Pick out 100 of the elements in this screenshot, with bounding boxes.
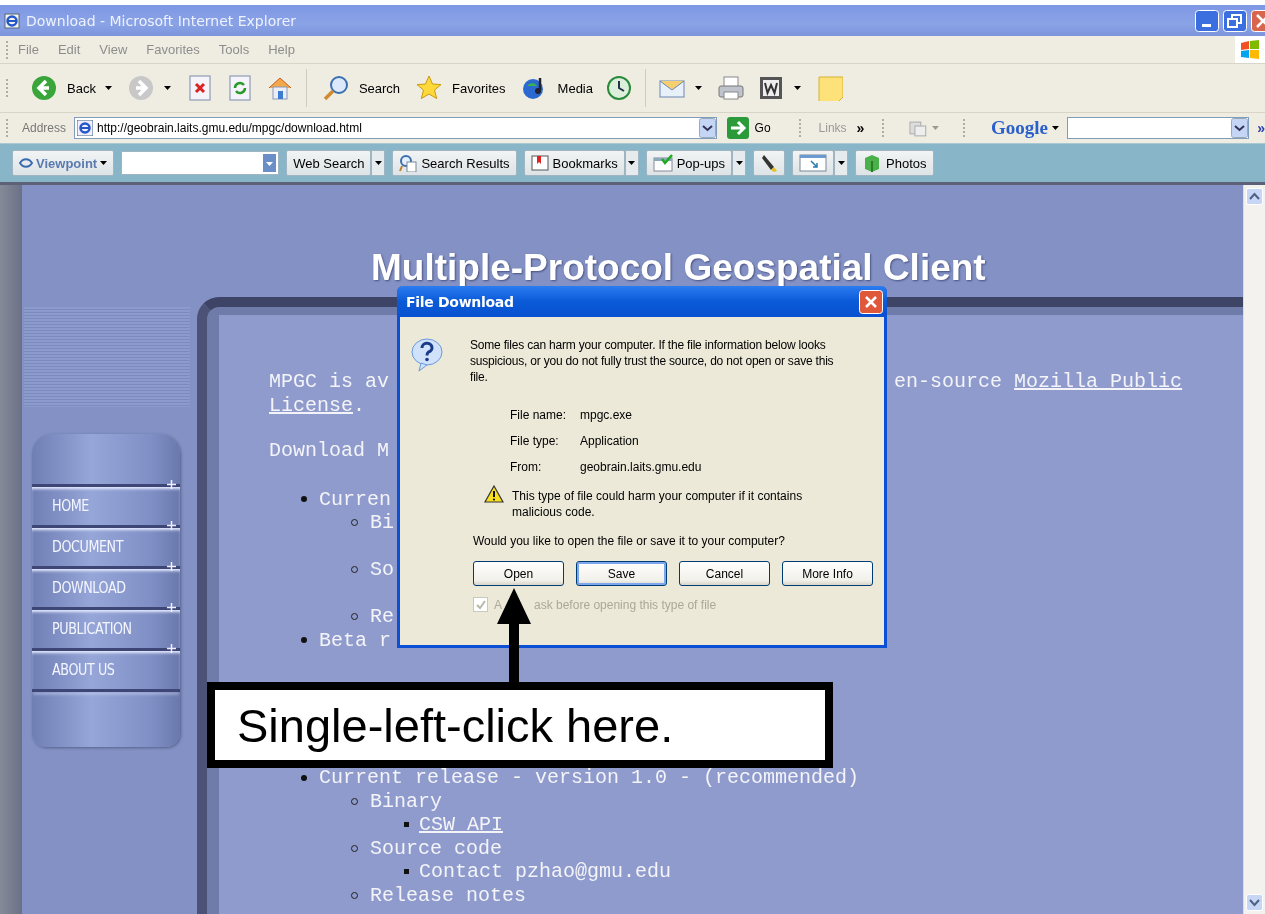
field-label: File name: — [510, 408, 568, 422]
bullet-icon — [404, 822, 409, 828]
dropdown-icon[interactable] — [1231, 118, 1249, 138]
toolbar-button[interactable]: Photos — [855, 150, 934, 176]
checkbox-label: ask before opening this type of file — [534, 597, 717, 612]
scroll-down-icon[interactable] — [1246, 894, 1263, 911]
caret-icon[interactable] — [695, 86, 702, 90]
caret-icon[interactable] — [374, 161, 382, 165]
list-item-text: Source code — [370, 836, 503, 860]
dropdown-icon[interactable] — [698, 118, 716, 138]
clock-icon[interactable] — [606, 75, 632, 101]
field-value: geobrain.laits.gmu.edu — [580, 460, 702, 474]
dialog-message: Some files can harm your computer. If the file information below looks suspicious, or you do not fully trust the source, do not open or save this file. — [470, 337, 835, 385]
list-item-text: Binary — [370, 789, 442, 813]
page-icon — [77, 120, 93, 136]
toolbar-button[interactable]: Bookmarks — [523, 150, 625, 176]
bullet-icon — [301, 637, 307, 644]
star-icon — [416, 75, 443, 101]
bullet-icon — [301, 774, 307, 781]
restore-icon[interactable] — [1223, 9, 1247, 32]
dialog-button[interactable]: Save — [576, 561, 667, 586]
scroll-up-icon[interactable] — [1246, 188, 1263, 205]
eye-icon — [19, 157, 33, 169]
list-item-text: Beta r — [319, 628, 391, 652]
dialog-title: File Download — [406, 293, 514, 310]
dialog-question: Would you like to open the file or save it to your computer? — [473, 534, 786, 548]
more-links-button[interactable]: » — [856, 120, 865, 136]
printer-icon[interactable] — [718, 75, 744, 101]
caret-icon[interactable] — [837, 161, 845, 165]
dialog-button[interactable]: Open — [473, 561, 564, 586]
more-button[interactable]: » — [1257, 120, 1265, 136]
search-field[interactable] — [1066, 117, 1250, 139]
tool-button[interactable] — [753, 150, 786, 176]
plus-icon — [167, 644, 176, 653]
page-heading: Multiple-Protocol Geospatial Client — [371, 247, 986, 289]
go-button[interactable]: Go — [720, 117, 789, 139]
plus-icon — [167, 562, 176, 571]
body-text: . — [353, 393, 366, 417]
windows-logo-icon — [1238, 37, 1262, 62]
body-text: Download M — [269, 439, 390, 463]
book-icon — [530, 154, 549, 172]
back-icon — [31, 75, 57, 101]
field-value: mpgc.exe — [580, 408, 633, 422]
scrollbar[interactable] — [1243, 185, 1265, 914]
caret-icon[interactable] — [100, 161, 108, 165]
window-title: Download - Microsoft Internet Explorer — [26, 12, 298, 29]
list-item-text: Bi — [370, 511, 394, 535]
list-item-text: Re — [370, 605, 394, 629]
dropdown-button[interactable] — [834, 150, 849, 176]
bullet-icon — [301, 496, 307, 503]
toolbar-button[interactable]: Back — [24, 73, 99, 103]
dropdown-button[interactable] — [732, 150, 747, 176]
search-field[interactable] — [121, 151, 280, 175]
toolbar-button[interactable]: Viewpoint — [12, 150, 115, 176]
list-item-text: Curren — [319, 487, 391, 511]
warning-text: This type of file could harm your computer if it contains malicious code. — [512, 488, 804, 520]
arrow-icon — [726, 117, 749, 139]
dropdown-button[interactable] — [371, 150, 386, 176]
caret-icon[interactable] — [163, 86, 171, 90]
address-field[interactable]: http://geobrain.laits.gmu.edu/mpgc/download.html — [74, 117, 717, 139]
address-label: Address — [21, 121, 66, 135]
plus-icon — [167, 480, 176, 489]
caret-icon[interactable] — [104, 86, 112, 90]
search-icon — [322, 75, 349, 101]
search-icon — [399, 154, 418, 172]
list-item-text: Current release - version 1.0 - (recommended) — [319, 766, 860, 790]
stop-icon[interactable] — [186, 75, 213, 101]
field-value: Application — [580, 434, 639, 448]
home-icon[interactable] — [266, 75, 293, 101]
minimize-icon[interactable] — [1195, 9, 1219, 32]
plus-icon — [167, 521, 176, 530]
caret-icon[interactable] — [1051, 126, 1059, 130]
document-icon[interactable] — [758, 75, 784, 101]
toolbar-button[interactable]: Favorites — [409, 73, 509, 103]
browser-icon — [4, 12, 20, 29]
dialog-button[interactable]: More Info — [782, 561, 873, 586]
checkbox-label: A — [494, 597, 502, 612]
close-icon[interactable] — [1251, 9, 1265, 32]
web-search-button[interactable]: Web Search — [286, 150, 372, 176]
caret-icon[interactable] — [794, 86, 801, 90]
warning-icon — [484, 485, 504, 503]
search-provider-button[interactable]: Google — [990, 117, 1048, 139]
toolbar-button[interactable]: Search Results — [392, 150, 517, 176]
field-label: From: — [510, 460, 543, 474]
toolbar-button[interactable]: Pop-ups — [645, 150, 733, 176]
window-check-icon — [652, 153, 673, 173]
toolbar-button[interactable]: Search — [315, 73, 404, 103]
dialog-button[interactable]: Cancel — [679, 561, 770, 586]
callout-label: Single-left-click here. — [207, 682, 833, 768]
caret-icon[interactable] — [628, 161, 636, 165]
list-item-text: Contact pzhao@gmu.edu — [419, 860, 672, 884]
refresh-icon[interactable] — [226, 75, 253, 101]
caret-icon[interactable] — [735, 161, 743, 165]
field-label: File type: — [510, 434, 560, 448]
question-icon — [411, 337, 443, 373]
close-icon[interactable] — [859, 289, 883, 314]
toolbar-button[interactable]: Media — [514, 73, 596, 103]
list-item-text: So — [370, 558, 394, 582]
plus-icon — [167, 603, 176, 612]
pen-icon — [760, 153, 779, 173]
